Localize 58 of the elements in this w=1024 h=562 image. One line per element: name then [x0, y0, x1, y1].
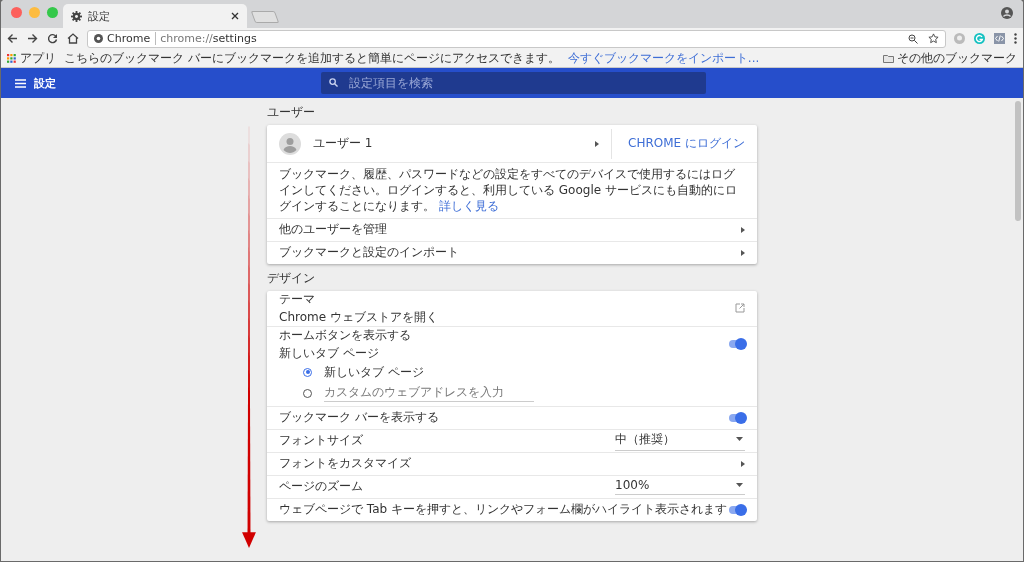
- home-icon[interactable]: [67, 33, 79, 44]
- settings-row[interactable]: ブックマークと設定のインポート: [267, 240, 757, 264]
- toggle-switch[interactable]: [729, 340, 745, 349]
- chevron-right-icon: [741, 249, 745, 256]
- chevron-right-icon: [595, 140, 600, 147]
- menu-icon[interactable]: [1014, 33, 1017, 44]
- row-label: ウェブページで Tab キーを押すと、リンクやフォーム欄がハイライト表示されます: [279, 501, 728, 519]
- zoom-out-icon[interactable]: [908, 33, 918, 44]
- row-label: ブックマーク バーを表示する: [279, 409, 440, 427]
- address-bar[interactable]: Chrome chrome://settings: [87, 29, 946, 48]
- code-icon[interactable]: [994, 33, 1005, 44]
- external-link-icon[interactable]: [735, 303, 745, 314]
- folder-label: その他のブックマーク: [897, 49, 1017, 67]
- settings-row[interactable]: フォントをカスタマイズ: [267, 451, 757, 475]
- row-label: テーマ: [279, 291, 315, 306]
- toggle-switch[interactable]: [729, 413, 745, 422]
- back-icon[interactable]: [7, 33, 18, 44]
- row-sublabel: Chrome ウェブストアを開く: [279, 308, 439, 326]
- apps-icon: [7, 53, 16, 63]
- radio-button[interactable]: [303, 388, 312, 398]
- user-name: ユーザー 1: [313, 135, 374, 152]
- folder-icon: [883, 53, 894, 63]
- site-info-icon[interactable]: [94, 34, 103, 43]
- url-input-field[interactable]: カスタムのウェブアドレスを入力: [324, 384, 534, 403]
- browser-tab[interactable]: 設定: [63, 4, 247, 28]
- caret-icon: [736, 437, 743, 442]
- import-bookmarks-link[interactable]: 今すぐブックマークをインポート...: [567, 49, 760, 67]
- settings-row[interactable]: 他のユーザーを管理: [267, 217, 757, 241]
- close-icon[interactable]: [231, 12, 239, 20]
- profile-icon[interactable]: [1001, 7, 1013, 19]
- row-label: ページのズーム: [279, 478, 364, 496]
- sign-in-description: ブックマーク、履歴、パスワードなどの設定をすべてのデバイスで使用するにはログインしてください。ログインすると、利用している Google サービスにも自動的にログインすることになります。 詳しく見る: [267, 162, 757, 218]
- dropdown[interactable]: 中（推奨）: [615, 430, 745, 451]
- forward-icon[interactable]: [27, 33, 38, 44]
- row-sublabel: 新しいタブ ページ: [279, 344, 380, 362]
- scrollbar[interactable]: [1015, 101, 1021, 221]
- radio-button[interactable]: [303, 367, 312, 377]
- star-icon[interactable]: [928, 33, 939, 44]
- chevron-right-icon: [741, 226, 745, 233]
- bookmarks-hint: こちらのブックマーク バーにブックマークを追加すると簡単にページにアクセスできます。: [64, 49, 560, 67]
- toggle-switch[interactable]: [729, 505, 745, 514]
- gear-icon: [71, 10, 82, 22]
- caret-icon: [736, 483, 743, 488]
- row-label: ホームボタンを表示する: [279, 327, 411, 342]
- radio-label: 新しいタブ ページ: [324, 363, 424, 381]
- row-label: フォントサイズ: [279, 432, 364, 450]
- section-title: デザイン: [267, 269, 316, 287]
- apps-label: アプリ: [20, 49, 56, 67]
- learn-more-link[interactable]: 詳しく見る: [438, 199, 499, 214]
- section-title: ユーザー: [267, 104, 316, 121]
- dropdown[interactable]: 100%: [615, 478, 745, 496]
- avatar-icon: [279, 132, 301, 155]
- menu-icon[interactable]: [15, 78, 26, 88]
- reload-icon[interactable]: [47, 33, 58, 44]
- search-field[interactable]: 設定項目を検索: [321, 72, 706, 94]
- sign-in-button[interactable]: CHROME にログイン: [611, 128, 745, 159]
- page-title: 設定: [34, 75, 56, 91]
- chevron-right-icon: [741, 460, 745, 467]
